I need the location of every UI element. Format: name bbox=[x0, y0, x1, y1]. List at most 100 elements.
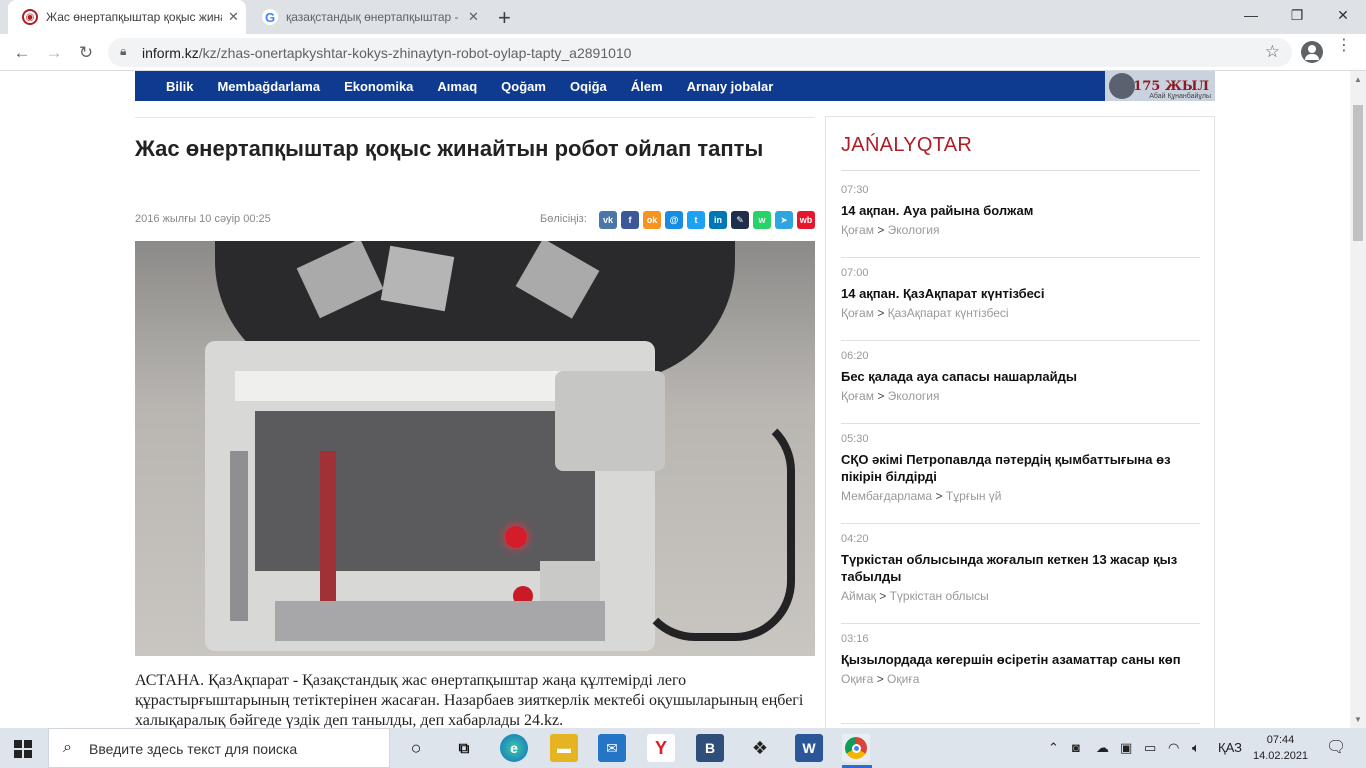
news-category-link[interactable]: Қоғам bbox=[841, 223, 874, 237]
news-time: 07:00 bbox=[841, 267, 869, 279]
back-arrow-icon[interactable]: ← bbox=[9, 40, 35, 66]
news-subcategory-link[interactable]: Экология bbox=[888, 389, 940, 403]
news-headline[interactable]: 14 ақпан. Ауа райына болжам bbox=[841, 202, 1200, 219]
news-subcategory-link[interactable]: Оқиға bbox=[887, 672, 919, 686]
news-category-link[interactable]: Қоғам bbox=[841, 389, 874, 403]
news-item[interactable]: 05:30 СҚО әкімі Петропавлда пәтердің қымб… bbox=[841, 433, 1200, 524]
profile-avatar-icon[interactable] bbox=[1301, 41, 1323, 63]
close-window-button[interactable]: ✕ bbox=[1320, 0, 1366, 30]
tab-title: қазақстандық өнертапқыштар - G bbox=[286, 10, 462, 24]
taskbar-search-input[interactable]: ⌕ Введите здесь текст для поиска bbox=[48, 728, 390, 768]
news-subcategory-link[interactable]: ҚазАқпарат күнтізбесі bbox=[888, 306, 1009, 320]
address-bar[interactable]: 🔒︎ inform.kz/kz/zhas-onertapkyshtar-koky… bbox=[108, 38, 1292, 67]
banner-text: 175 ЖЫЛ bbox=[1133, 78, 1209, 94]
article-photo-robot bbox=[135, 241, 815, 656]
telegram-icon[interactable]: ➤ bbox=[775, 211, 793, 229]
news-category: Қоғам > Экология bbox=[841, 223, 1200, 237]
news-category-link[interactable]: Оқиға bbox=[841, 672, 873, 686]
forward-arrow-icon[interactable]: → bbox=[41, 40, 67, 66]
task-view-icon[interactable]: ⧉ bbox=[450, 734, 478, 762]
file-explorer-icon[interactable]: ▬ bbox=[550, 734, 578, 762]
edge-icon[interactable]: e bbox=[500, 734, 528, 762]
nav-qogam[interactable]: Qoğam bbox=[501, 79, 546, 94]
new-tab-button[interactable]: + bbox=[498, 5, 511, 31]
moimir-icon[interactable]: @ bbox=[665, 211, 683, 229]
nav-oqiga[interactable]: Oqiğa bbox=[570, 79, 607, 94]
news-subcategory-link[interactable]: Экология bbox=[888, 223, 940, 237]
news-item[interactable]: 07:00 14 ақпан. ҚазАқпарат күнтізбесі Қоға… bbox=[841, 267, 1200, 341]
news-subcategory-link[interactable]: Түркістан облысы bbox=[890, 589, 989, 603]
whatsapp-icon[interactable]: w bbox=[753, 211, 771, 229]
news-item[interactable]: 03:16 Қызылордада көгершін өсіретін азама… bbox=[841, 633, 1200, 724]
mail-icon[interactable]: ✉ bbox=[598, 734, 626, 762]
facebook-icon[interactable]: f bbox=[621, 211, 639, 229]
camera-icon[interactable]: ◙ bbox=[1072, 740, 1080, 755]
odnoklassniki-icon[interactable]: ok bbox=[643, 211, 661, 229]
scroll-up-icon[interactable]: ▲ bbox=[1354, 75, 1362, 84]
livejournal-icon[interactable]: ✎ bbox=[731, 211, 749, 229]
chrome-icon[interactable] bbox=[842, 734, 870, 762]
dropbox-icon[interactable]: ❖ bbox=[746, 734, 774, 762]
scrollbar-thumb[interactable] bbox=[1353, 105, 1363, 241]
news-category-link[interactable]: Қоғам bbox=[841, 306, 874, 320]
news-category-link[interactable]: Аймақ bbox=[841, 589, 876, 603]
nav-arnaiy-jobalar[interactable]: Arnaıy jobalar bbox=[687, 79, 774, 94]
bookmark-star-icon[interactable]: ☆ bbox=[1265, 42, 1280, 62]
windows-taskbar: ⌕ Введите здесь текст для поиска ○ ⧉ e ▬… bbox=[0, 728, 1366, 768]
vk-icon[interactable]: vk bbox=[599, 211, 617, 229]
windows-start-icon[interactable] bbox=[14, 740, 32, 758]
news-item[interactable]: 07:30 14 ақпан. Ауа райына болжам Қоғам > … bbox=[841, 184, 1200, 258]
tab-google-search[interactable]: G қазақстандық өнертапқыштар - G ✕ bbox=[248, 0, 486, 34]
cortana-circle-icon[interactable]: ○ bbox=[402, 734, 430, 762]
nav-aimaq[interactable]: Aımaq bbox=[437, 79, 477, 94]
news-time: 06:20 bbox=[841, 350, 869, 362]
tray-chevron-icon[interactable]: ⌃ bbox=[1048, 740, 1059, 756]
language-indicator[interactable]: ҚАЗ bbox=[1218, 740, 1242, 755]
nav-alem[interactable]: Álem bbox=[631, 79, 663, 94]
clock[interactable]: 07:44 14.02.2021 bbox=[1253, 732, 1308, 764]
divider bbox=[841, 170, 1200, 171]
yandex-icon[interactable]: Y bbox=[647, 734, 675, 762]
notifications-icon[interactable]: 🗨︎ bbox=[1326, 737, 1346, 757]
close-tab-icon[interactable]: ✕ bbox=[228, 9, 239, 25]
news-category: Қоғам > Экология bbox=[841, 389, 1200, 403]
news-headline[interactable]: 14 ақпан. ҚазАқпарат күнтізбесі bbox=[841, 285, 1200, 302]
minimize-button[interactable]: — bbox=[1228, 0, 1274, 30]
site-nav: Bilik Membağdarlama Ekonomika Aımaq Qoğa… bbox=[135, 71, 1215, 101]
news-headline[interactable]: Қызылордада көгершін өсіретін азаматтар … bbox=[841, 651, 1200, 668]
abai-175-banner[interactable]: 175 ЖЫЛ Абай Құнанбайұлы bbox=[1105, 71, 1215, 101]
page-scrollbar[interactable]: ▲ ▼ bbox=[1350, 71, 1366, 728]
separator: > bbox=[877, 389, 885, 403]
news-category-link[interactable]: Мембағдарлама bbox=[841, 489, 932, 503]
news-item[interactable]: 04:20 Түркістан облысында жоғалып кеткен … bbox=[841, 533, 1200, 624]
news-subcategory-link[interactable]: Тұрғын үй bbox=[946, 489, 1002, 503]
antivirus-icon[interactable]: ▣ bbox=[1120, 740, 1132, 756]
close-tab-icon[interactable]: ✕ bbox=[468, 9, 479, 25]
linkedin-icon[interactable]: in bbox=[709, 211, 727, 229]
word-icon[interactable]: W bbox=[795, 734, 823, 762]
separator: > bbox=[876, 672, 884, 686]
battery-icon[interactable]: ▭ bbox=[1144, 740, 1156, 756]
weibo-icon[interactable]: wb bbox=[797, 211, 815, 229]
nav-membagdarlama[interactable]: Membağdarlama bbox=[217, 79, 320, 94]
nav-ekonomika[interactable]: Ekonomika bbox=[344, 79, 413, 94]
cloud-icon[interactable]: ☁ bbox=[1096, 740, 1109, 756]
news-headline[interactable]: Түркістан облысында жоғалып кеткен 13 жа… bbox=[841, 551, 1200, 585]
reload-icon[interactable]: ↻ bbox=[73, 40, 99, 66]
news-category: Мембағдарлама > Тұрғын үй bbox=[841, 489, 1200, 503]
news-item[interactable]: 06:20 Бес қалада ауа сапасы нашарлайды Қоғ… bbox=[841, 350, 1200, 424]
maximize-button[interactable]: ❐ bbox=[1274, 0, 1320, 30]
volume-icon[interactable]: 🔈︎ bbox=[1192, 740, 1200, 756]
news-headline[interactable]: Бес қалада ауа сапасы нашарлайды bbox=[841, 368, 1200, 385]
b-app-icon[interactable]: B bbox=[696, 734, 724, 762]
news-time: 05:30 bbox=[841, 433, 869, 445]
wifi-icon[interactable]: ◠ bbox=[1168, 740, 1179, 756]
nav-bilik[interactable]: Bilik bbox=[166, 79, 193, 94]
article-date: 2016 жылғы 10 сәуір 00:25 bbox=[135, 213, 271, 225]
menu-kebab-icon[interactable]: ⋮ bbox=[1336, 38, 1352, 54]
news-category: Оқиға > Оқиға bbox=[841, 672, 1200, 686]
news-headline[interactable]: СҚО әкімі Петропавлда пәтердің қымбаттығ… bbox=[841, 451, 1200, 485]
twitter-icon[interactable]: t bbox=[687, 211, 705, 229]
scroll-down-icon[interactable]: ▼ bbox=[1354, 715, 1362, 724]
tab-article[interactable]: ◉ Жас өнертапқыштар қоқыс жина ✕ bbox=[8, 0, 246, 34]
